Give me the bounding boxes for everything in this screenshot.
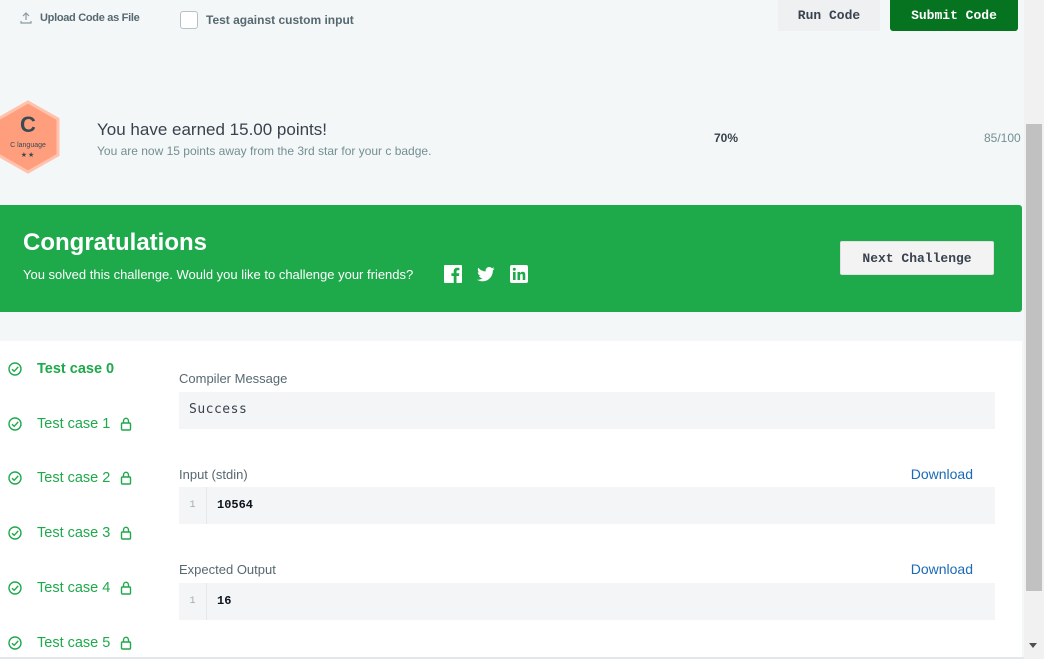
input-stdin-value: 10564 [217, 498, 254, 512]
check-circle-icon [8, 581, 22, 595]
check-circle-icon [8, 471, 22, 485]
test-case-item[interactable]: Test case 1 [8, 414, 133, 434]
badge-stars: ★★ [20, 152, 36, 159]
lock-icon [121, 526, 132, 540]
c-language-badge: C C language ★★ [0, 100, 62, 176]
twitter-icon[interactable] [477, 265, 495, 283]
test-results-panel: Test case 0 Test case 1 Test case 2 Test ca… [0, 341, 1022, 659]
points-earned-title: You have earned 15.00 points! [97, 120, 328, 139]
test-case-label: Test case 2 [37, 470, 111, 486]
custom-input-toggle[interactable]: Test against custom input [180, 11, 354, 29]
test-case-item[interactable]: Test case 5 [8, 633, 133, 653]
upload-code-label: Upload Code as File [40, 12, 140, 24]
test-case-label: Test case 0 [37, 361, 115, 377]
facebook-icon[interactable] [444, 265, 462, 283]
check-circle-icon [8, 417, 22, 431]
check-circle-icon [8, 636, 22, 650]
test-case-label: Test case 1 [37, 416, 111, 432]
check-circle-icon [8, 362, 22, 376]
download-input-link[interactable]: Download [911, 466, 973, 482]
compiler-message-label: Compiler Message [179, 371, 288, 386]
expected-output-value: 16 [217, 594, 232, 608]
code-actions-bar: Upload Code as File Test against custom … [0, 0, 1024, 44]
expected-output-box: 1 16 [179, 583, 995, 620]
input-stdin-label: Input (stdin) [179, 467, 248, 482]
progress-score: 85/100 [984, 131, 1021, 145]
line-number: 1 [179, 583, 207, 620]
badge-name: C language [10, 142, 46, 149]
submit-code-button[interactable]: Submit Code [890, 0, 1018, 31]
next-challenge-button[interactable]: Next Challenge [840, 241, 994, 275]
congratulations-banner: Congratulations You solved this challeng… [0, 205, 1022, 312]
compiler-message-box: Success [179, 392, 995, 429]
test-case-item[interactable]: Test case 3 [8, 523, 133, 543]
custom-input-label: Test against custom input [206, 13, 354, 27]
input-stdin-box: 1 10564 [179, 487, 995, 524]
download-output-link[interactable]: Download [911, 561, 973, 577]
congratulations-subtitle: You solved this challenge. Would you lik… [23, 267, 414, 282]
check-circle-icon [8, 526, 22, 540]
lock-icon [121, 636, 132, 650]
test-case-label: Test case 3 [37, 525, 111, 541]
scroll-down-arrow-icon[interactable] [1029, 643, 1037, 648]
run-code-button[interactable]: Run Code [778, 0, 880, 31]
test-case-label: Test case 4 [37, 580, 111, 596]
lock-icon [121, 471, 132, 485]
upload-code-button[interactable]: Upload Code as File [20, 12, 140, 24]
custom-input-checkbox[interactable] [180, 11, 198, 29]
compiler-message-text: Success [189, 402, 248, 417]
linkedin-icon[interactable] [510, 265, 528, 283]
progress-percent: 70% [714, 131, 739, 145]
scrollbar-thumb[interactable] [1026, 124, 1042, 591]
expected-output-label: Expected Output [179, 562, 276, 577]
congratulations-title: Congratulations [23, 229, 207, 256]
lock-icon [121, 581, 132, 595]
test-case-label: Test case 5 [37, 635, 111, 651]
points-earned-subtitle: You are now 15 points away from the 3rd … [97, 144, 432, 158]
test-case-item[interactable]: Test case 4 [8, 578, 133, 598]
badge-letter: C [20, 112, 36, 137]
line-number: 1 [179, 487, 207, 524]
upload-icon [20, 12, 32, 24]
lock-icon [121, 417, 132, 431]
test-case-item[interactable]: Test case 0 [8, 359, 114, 379]
test-case-item[interactable]: Test case 2 [8, 468, 133, 488]
